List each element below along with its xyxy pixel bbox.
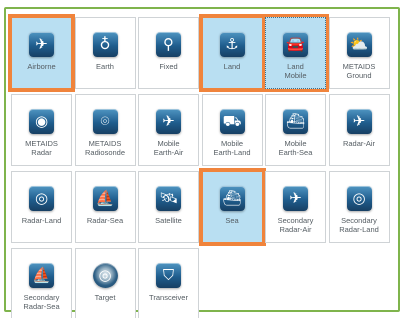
- tile-label: Fixed: [159, 62, 178, 71]
- tile-label: Target: [94, 293, 116, 302]
- tile-secondary-radar-air[interactable]: ✈ Secondary Radar-Air: [265, 171, 326, 243]
- tile-mobile-earth-land[interactable]: ⛟ Mobile Earth-Land: [201, 94, 263, 166]
- tile-label: Radar-Air: [342, 139, 376, 148]
- radar-dish-icon: ◉: [29, 109, 54, 134]
- tile-radar-land[interactable]: ◎ Radar-Land: [11, 171, 72, 243]
- tile-label: Mobile Earth-Sea: [278, 139, 313, 157]
- tile-label: Satellite: [155, 216, 182, 225]
- vehicle-earth-icon: ⛟: [219, 109, 245, 134]
- tile-metaids-ground[interactable]: ⛅ METAIDS Ground: [328, 17, 390, 89]
- tile-label: Radar-Sea: [86, 216, 124, 225]
- weather-balloon-icon: ⌾: [92, 109, 118, 134]
- tile-label: Earth: [96, 62, 114, 71]
- tile-land-mobile[interactable]: 🚘 Land Mobile: [262, 14, 329, 92]
- secondary-radar-sea-icon: ⛵: [29, 263, 54, 288]
- secondary-radar-air-icon: ✈: [283, 186, 308, 211]
- tile-label: Secondary Radar-Sea: [23, 293, 60, 311]
- station-class-picker: ✈ Airborne ♁ Earth ⚲ Fixed ⚓ Land 🚘 Land Mobile ⛅ M…: [0, 0, 409, 318]
- tile-earth[interactable]: ♁ Earth: [74, 17, 136, 89]
- tile-radar-sea[interactable]: ⛵ Radar-Sea: [74, 171, 136, 243]
- tile-fixed[interactable]: ⚲ Fixed: [138, 17, 199, 89]
- tile-secondary-radar-sea[interactable]: ⛵ Secondary Radar-Sea: [11, 248, 72, 318]
- weather-station-icon: ⛅: [346, 32, 372, 57]
- tile-label: Secondary Radar-Land: [339, 216, 379, 234]
- tile-metaids-radiosonde[interactable]: ⌾ METAIDS Radiosonde: [74, 94, 136, 166]
- tile-satellite[interactable]: 🛰 Satellite: [138, 171, 199, 243]
- radar-sea-icon: ⛵: [92, 186, 118, 211]
- tile-label: METAIDS Ground: [342, 62, 376, 80]
- tile-label: METAIDS Radar: [25, 139, 58, 157]
- airplane-icon: ✈: [29, 32, 54, 57]
- tile-secondary-radar-land[interactable]: ◎ Secondary Radar-Land: [328, 171, 390, 243]
- tile-label: Radar-Land: [21, 216, 62, 225]
- antenna-land-icon: ⚓: [219, 32, 245, 57]
- car-icon: 🚘: [283, 32, 308, 57]
- antenna-tower-icon: ⚲: [156, 32, 181, 57]
- tile-mobile-earth-air[interactable]: ✈ Mobile Earth-Air: [138, 94, 199, 166]
- tile-label: METAIDS Radiosonde: [84, 139, 126, 157]
- tile-label: Sea: [225, 216, 239, 225]
- satellite-dish-icon: ♁: [92, 32, 118, 57]
- tile-land[interactable]: ⚓ Land: [198, 14, 266, 92]
- tile-label: Airborne: [27, 62, 56, 71]
- radar-land-icon: ◎: [29, 186, 54, 211]
- tile-transceiver[interactable]: ⛉ Transceiver: [138, 248, 199, 318]
- tile-airborne[interactable]: ✈ Airborne: [8, 14, 75, 92]
- satellite-icon: 🛰: [156, 186, 181, 211]
- secondary-radar-land-icon: ◎: [346, 186, 372, 211]
- ship-earth-icon: ⛴: [283, 109, 308, 134]
- tile-mobile-earth-sea[interactable]: ⛴ Mobile Earth-Sea: [265, 94, 326, 166]
- tile-label: Mobile Earth-Land: [213, 139, 251, 157]
- radar-airplane-icon: ✈: [346, 109, 372, 134]
- airplane-earth-icon: ✈: [156, 109, 181, 134]
- tile-radar-air[interactable]: ✈ Radar-Air: [328, 94, 390, 166]
- tile-label: Mobile Earth-Air: [153, 139, 184, 157]
- target-icon: ◎: [92, 263, 118, 288]
- tile-label: Land Mobile: [284, 62, 307, 80]
- tile-sea[interactable]: ⛴ Sea: [198, 168, 266, 246]
- transceiver-icon: ⛉: [156, 263, 181, 288]
- tile-label: Land: [223, 62, 241, 71]
- tile-label: Transceiver: [149, 293, 188, 302]
- tile-label: Secondary Radar-Air: [277, 216, 314, 234]
- tile-metaids-radar[interactable]: ◉ METAIDS Radar: [11, 94, 72, 166]
- ship-icon: ⛴: [219, 186, 245, 211]
- tile-target[interactable]: ◎ Target: [74, 248, 136, 318]
